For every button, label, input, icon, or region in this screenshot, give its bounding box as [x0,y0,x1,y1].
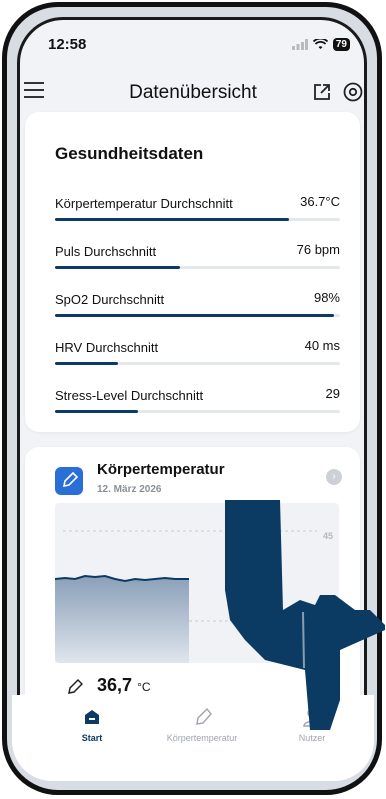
metric-label: Körpertemperatur Durchschnitt [55,196,233,211]
temperature-area [55,576,189,663]
metric-stress-level: Stress-Level Durchschnitt 29 [55,386,340,428]
wifi-icon [312,39,328,49]
temperature-status: Nor [315,679,336,694]
metric-value: 36.7°C [300,194,340,209]
tab-body-temperature[interactable]: Körpertemperatur [142,705,262,743]
metric-value: 76 bpm [296,242,340,257]
health-data-card: Gesundheitsdaten Körpertemperatur Durchs… [25,112,360,432]
chart-tick-label: 45 [322,531,333,541]
temperature-chart: 45 [55,503,339,663]
temperature-value: 36,7 [97,675,133,695]
temperature-chart-svg [55,530,317,663]
tab-label: Körpertemperatur [166,733,238,743]
progress-track [55,410,340,413]
metric-pulse: Puls Durchschnitt 76 bpm [55,242,340,284]
bottom-tab-bar: Start Körpertemperatur Nutzer [12,695,374,781]
body-temperature-card[interactable]: Körpertemperatur 12. März 2026 › 45 36,7… [25,447,360,712]
progress-track [55,266,340,269]
metric-hrv: HRV Durchschnitt 40 ms [55,338,340,380]
tab-start[interactable]: Start [32,705,152,743]
tab-label: Start [81,733,103,743]
status-icons: 79 [291,38,350,51]
metric-label: Stress-Level Durchschnitt [55,388,204,403]
temperature-unit: °C [137,680,151,694]
progress-fill [55,410,138,413]
metric-value: 29 [325,386,340,401]
progress-fill [55,218,289,221]
progress-fill [55,314,335,317]
share-icon[interactable] [312,82,332,102]
app-header: Datenübersicht [0,78,386,108]
metric-label: SpO2 Durchschnitt [55,292,165,307]
health-data-title: Gesundheitsdaten [55,144,204,163]
progress-track [55,362,340,365]
temperature-reading: 36,7 °C [97,675,151,696]
status-time: 12:58 [48,36,87,53]
tab-user[interactable]: Nutzer [252,705,372,743]
battery-indicator: 79 [332,38,350,51]
chevron-right-icon[interactable]: › [326,469,342,485]
metric-label: HRV Durchschnitt [55,340,159,355]
thermometer-reading-icon [68,678,83,694]
progress-fill [55,362,118,365]
thermometer-icon [55,467,83,495]
home-icon [85,710,99,724]
thermometer-tab-icon [196,707,212,725]
progress-track [55,314,340,317]
tab-label: Nutzer [298,733,326,743]
metric-body-temperature: Körpertemperatur Durchschnitt 36.7°C [55,194,340,236]
metric-spo2: SpO2 Durchschnitt 98% [55,290,340,332]
metric-value: 98% [313,290,340,305]
progress-fill [55,266,181,269]
progress-track [55,218,340,221]
signal-icon [291,39,308,50]
metric-value: 40 ms [304,338,340,353]
temperature-card-title: Körpertemperatur [97,461,225,478]
user-icon [303,708,321,727]
temperature-card-date: 12. März 2026 [97,484,162,495]
settings-icon[interactable] [342,81,364,103]
status-bar: 12:58 79 [0,36,386,58]
metric-label: Puls Durchschnitt [55,244,157,259]
